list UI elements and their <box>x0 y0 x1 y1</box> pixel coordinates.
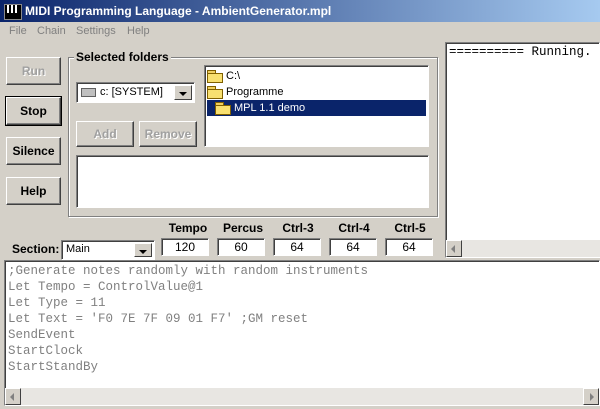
chevron-down-icon[interactable] <box>134 243 152 257</box>
tree-item-programme[interactable]: Programme <box>207 84 283 100</box>
control-label-ctrl3: Ctrl-3 <box>282 221 314 235</box>
control-label-ctrl4: Ctrl-4 <box>338 221 370 235</box>
app-icon <box>4 4 22 20</box>
scroll-left-icon[interactable] <box>446 240 462 257</box>
menu-bar: File Chain Settings Help <box>0 22 600 42</box>
menu-settings[interactable]: Settings <box>76 25 116 37</box>
control-label-tempo: Tempo <box>168 221 208 235</box>
drive-select[interactable]: c: [SYSTEM] <box>76 82 195 103</box>
silence-button[interactable]: Silence <box>6 137 61 165</box>
code-line-6: StartClock <box>8 344 84 358</box>
add-button[interactable]: Add <box>76 121 134 147</box>
selected-folders-label: Selected folders <box>74 50 171 64</box>
code-line-1: ;Generate notes randomly with random ins… <box>8 264 369 278</box>
scroll-right-icon[interactable] <box>583 388 599 405</box>
control-value-ctrl3[interactable]: 64 <box>273 238 321 256</box>
tree-item-c-drive[interactable]: C:\ <box>207 68 240 84</box>
control-label-percus: Percus <box>222 221 264 235</box>
folder-list[interactable] <box>76 155 429 208</box>
code-line-2: Let Tempo = ControlValue@1 <box>8 280 204 294</box>
window-title: MIDI Programming Language - AmbientGener… <box>25 4 332 18</box>
output-panel[interactable]: ========== Running. <box>445 42 600 258</box>
run-button[interactable]: Run <box>6 57 61 85</box>
code-editor[interactable]: ;Generate notes randomly with random ins… <box>4 260 600 406</box>
tree-item-label: Programme <box>226 86 284 98</box>
control-value-percus[interactable]: 60 <box>217 238 265 256</box>
help-button[interactable]: Help <box>6 177 61 205</box>
code-line-7: StartStandBy <box>8 360 99 374</box>
control-value-ctrl5[interactable]: 64 <box>385 238 433 256</box>
folder-open-icon <box>207 86 223 99</box>
title-bar: MIDI Programming Language - AmbientGener… <box>0 0 600 22</box>
menu-chain[interactable]: Chain <box>37 25 66 37</box>
tree-item-mpl-demo[interactable]: MPL 1.1 demo <box>207 100 426 116</box>
code-line-4: Let Text = 'F0 7E 7F 09 01 F7' ;GM reset <box>8 312 309 326</box>
menu-file[interactable]: File <box>9 25 27 37</box>
section-label: Section: <box>12 242 60 256</box>
section-value: Main <box>66 243 90 255</box>
folder-tree[interactable]: C:\ Programme MPL 1.1 demo <box>204 65 429 147</box>
control-label-ctrl5: Ctrl-5 <box>394 221 426 235</box>
tree-item-label: C:\ <box>226 70 241 82</box>
stop-button[interactable]: Stop <box>5 96 62 126</box>
code-line-3: Let Type = 11 <box>8 296 106 310</box>
output-hscrollbar[interactable] <box>446 240 600 257</box>
scroll-left-icon[interactable] <box>5 388 21 405</box>
output-text: ========== Running. <box>449 45 592 59</box>
folder-open-icon <box>215 102 231 115</box>
tree-item-label: MPL 1.1 demo <box>234 102 306 114</box>
drive-icon <box>81 87 96 97</box>
control-value-tempo[interactable]: 120 <box>161 238 209 256</box>
control-value-ctrl4[interactable]: 64 <box>329 238 377 256</box>
section-select[interactable]: Main <box>61 240 155 260</box>
code-line-5: SendEvent <box>8 328 76 342</box>
folder-open-icon <box>207 70 223 83</box>
code-hscrollbar[interactable] <box>5 388 599 405</box>
chevron-down-icon[interactable] <box>174 85 192 100</box>
remove-button[interactable]: Remove <box>139 121 197 147</box>
drive-value: c: [SYSTEM] <box>100 86 163 98</box>
menu-help[interactable]: Help <box>127 25 150 37</box>
